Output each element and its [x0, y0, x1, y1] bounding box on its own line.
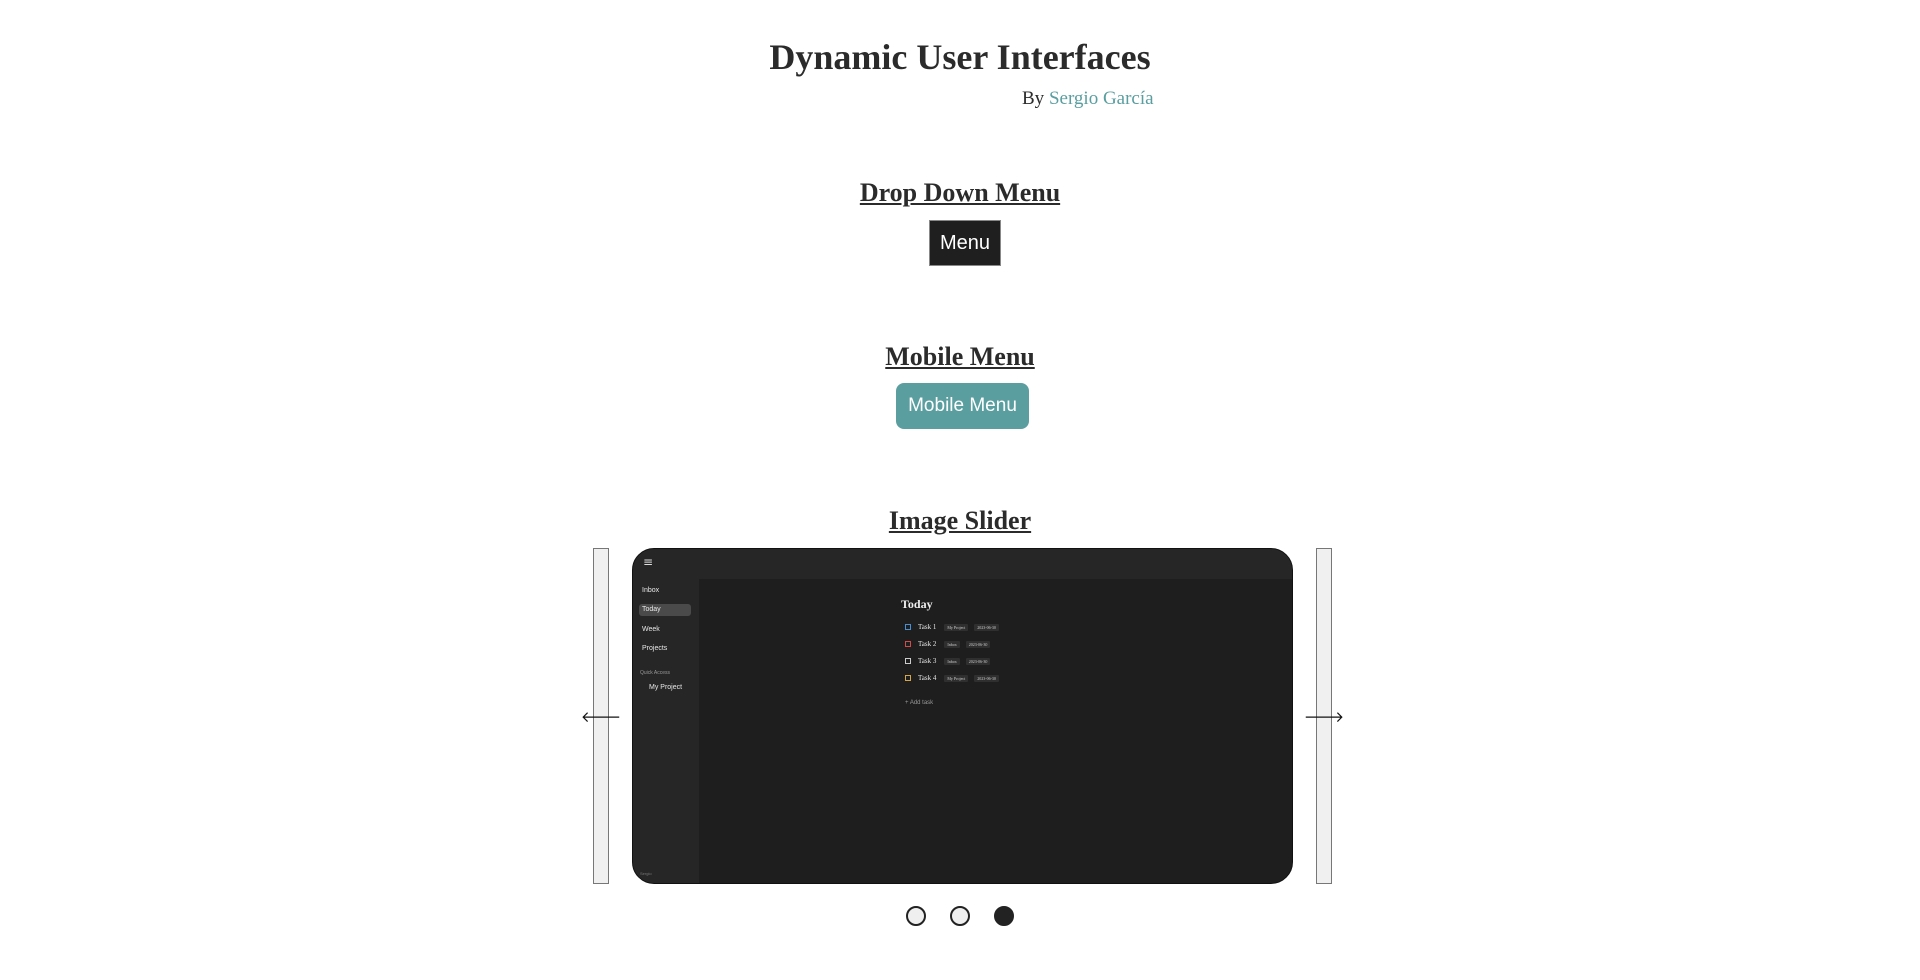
task-name: Task 4 [918, 674, 937, 682]
dropdown-section-title: Drop Down Menu [859, 178, 1061, 207]
checkbox-icon [905, 624, 911, 630]
quick-access-label: Quick Access [640, 670, 671, 676]
page-title: Dynamic User Interfaces [769, 37, 1151, 77]
sidebar-item-today: Today [639, 604, 691, 616]
arrow-left-icon: 🡐 [580, 707, 622, 726]
sidebar-footer: Sergio [640, 871, 652, 876]
task-project: My Project [944, 623, 969, 631]
checkbox-icon [905, 658, 911, 664]
author-link[interactable]: Sergio García [1049, 88, 1154, 109]
mobile-menu-button[interactable]: Mobile Menu [896, 383, 1029, 429]
task-row: Task 3 Inbox 2023-06-30 [905, 656, 996, 666]
sidebar-item-week: Week [642, 626, 660, 633]
task-row: Task 4 My Project 2023-06-30 [905, 673, 1005, 683]
task-project: My Project [944, 674, 969, 682]
slider-dot-2[interactable] [950, 906, 970, 926]
slider-dot-3[interactable] [994, 906, 1014, 926]
menu-button[interactable]: Menu [929, 220, 1001, 266]
task-date: 2023-06-30 [965, 657, 991, 665]
slider-image: ≡ Inbox Today Week Projects Quick Access… [632, 548, 1293, 884]
mobile-section-title: Mobile Menu [885, 342, 1035, 371]
byline: By Sergio García [1022, 88, 1154, 110]
slider-dot-1[interactable] [906, 906, 926, 926]
app-topbar: ≡ [633, 549, 1292, 579]
task-project: Inbox [944, 640, 960, 648]
slider-next-button[interactable]: 🡒 [1304, 548, 1344, 884]
task-name: Task 3 [918, 657, 937, 665]
app-sidebar: Inbox Today Week Projects Quick Access M… [633, 579, 699, 883]
page-header: Dynamic User Interfaces [0, 36, 1920, 78]
sidebar-item-inbox: Inbox [642, 587, 660, 594]
task-name: Task 2 [918, 640, 937, 648]
checkbox-icon [905, 641, 911, 647]
sidebar-item-my-project: My Project [649, 684, 683, 691]
task-date: 2023-06-30 [965, 640, 991, 648]
arrow-right-icon: 🡒 [1303, 707, 1345, 726]
slider-section-title: Image Slider [888, 506, 1032, 535]
add-task-link: + Add task [905, 700, 934, 706]
hamburger-icon: ≡ [643, 555, 654, 569]
task-date: 2023-06-30 [974, 674, 999, 682]
sidebar-item-projects: Projects [642, 645, 668, 652]
today-heading: Today [901, 597, 933, 611]
task-row: Task 1 My Project 2023-06-30 [905, 622, 1005, 632]
task-row: Task 2 Inbox 2023-06-30 [905, 639, 996, 649]
byline-prefix: By [1022, 88, 1049, 109]
task-date: 2023-06-30 [974, 623, 999, 631]
task-name: Task 1 [918, 623, 937, 631]
task-project: Inbox [944, 657, 960, 665]
slider-prev-button[interactable]: 🡐 [581, 548, 621, 884]
checkbox-icon [905, 675, 911, 681]
